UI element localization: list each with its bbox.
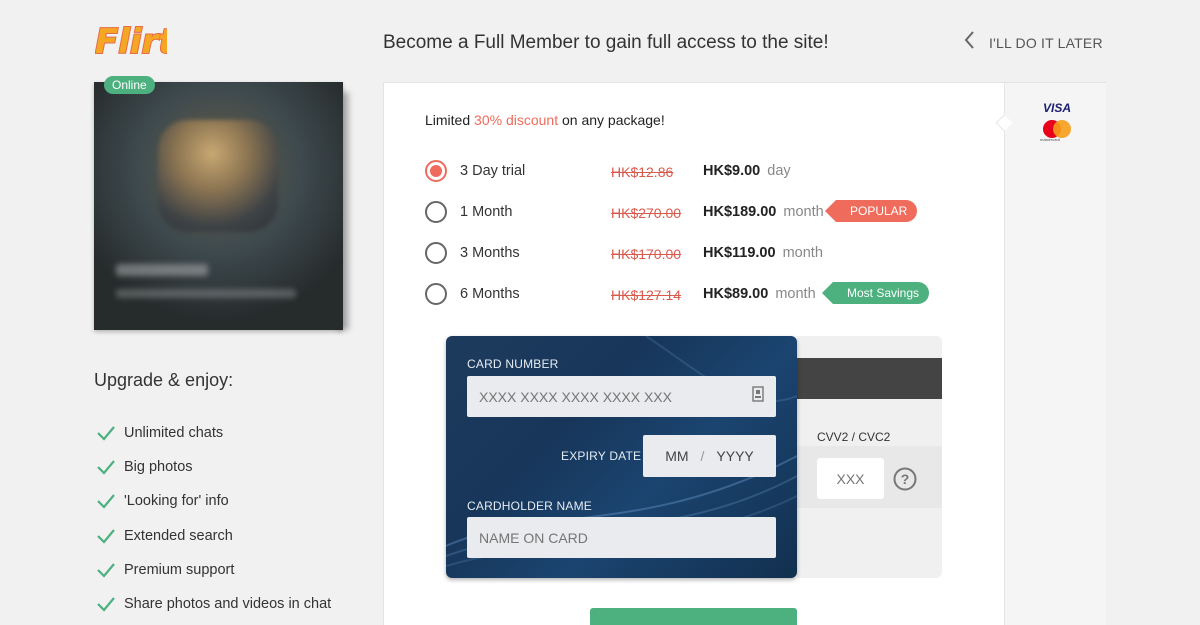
plan-price: HK$9.00 day [703,163,791,179]
svg-text:?: ? [901,471,910,487]
cardholder-name-label: CARDHOLDER NAME [467,499,593,513]
mastercard-label: mastercard [1040,137,1061,142]
expiry-date-label: EXPIRY DATE [561,449,642,463]
card-number-label: CARD NUMBER [467,357,559,371]
visa-logo: VISA [1043,101,1072,115]
flirt-logo[interactable]: Flirt [94,20,177,67]
benefit-label: Extended search [124,527,233,544]
plan-price-value: HK$119.00 [703,245,776,261]
benefit-item: Share photos and videos in chat [96,587,331,621]
plan-name: 3 Day trial [460,163,526,179]
logo-wordmark: Flirt [95,22,167,62]
chevron-left-icon [963,30,975,55]
plan-old-price: HK$170.00 [611,246,682,262]
plan-radio[interactable] [425,283,447,305]
benefit-label: 'Looking for' info [124,493,229,510]
benefit-label: Share photos and videos in chat [124,596,332,613]
benefit-label: Big photos [124,459,193,476]
plan-price: HK$89.00 month [703,286,816,302]
plan-price-value: HK$9.00 [703,163,761,179]
magnetic-strip [797,358,942,399]
expiry-month-input[interactable]: MM [665,448,688,464]
check-icon [96,562,124,578]
page-title: Become a Full Member to gain full access… [383,32,829,53]
benefits-title: Upgrade & enjoy: [94,370,234,390]
expiry-year-input[interactable]: YYYY [716,448,753,464]
plan-radio[interactable] [425,242,447,264]
plan-price-value: HK$189.00 [703,204,777,220]
card-icon [752,386,764,407]
benefit-item: Premium support [96,553,331,587]
card-number-input[interactable] [467,376,776,417]
discount-prefix: Limited [425,112,475,128]
profile-location-blurred [116,289,296,298]
plan-option-3-months[interactable]: 3 Months HK$170.00 HK$119.00 month [425,239,945,267]
discount-banner: Limited 30% discount on any package! [425,112,665,128]
discount-highlight: 30% discount [474,112,559,128]
plan-option-6-months[interactable]: 6 Months HK$127.14 HK$89.00 month Most S… [425,280,945,308]
profile-card[interactable] [94,82,343,330]
benefit-item: Big photos [96,450,331,484]
plan-name: 3 Months [460,245,520,261]
plan-option-3-day-trial[interactable]: 3 Day trial HK$12.86 HK$9.00 day [425,157,945,185]
plan-unit: month [783,204,824,220]
check-icon [96,459,124,475]
profile-photo [158,120,278,232]
do-it-later-link[interactable]: I'LL DO IT LATER [963,30,1103,55]
benefits-list: Unlimited chats Big photos 'Looking for'… [96,416,331,621]
plan-old-price: HK$12.86 [611,164,674,180]
plan-option-1-month[interactable]: 1 Month HK$270.00 HK$189.00 month POPULA… [425,198,945,226]
check-icon [96,596,124,612]
plan-name: 1 Month [460,204,513,220]
discount-suffix: on any package! [558,112,665,128]
card-front: CARD NUMBER EXPIRY DATE MM / YYYY CARDHO… [446,336,797,578]
cardholder-name-input[interactable] [467,517,776,558]
check-icon [96,528,124,544]
pay-button[interactable] [590,608,797,625]
expiry-separator: / [700,448,705,464]
benefit-item: Extended search [96,519,331,553]
plan-unit: day [767,163,791,179]
benefit-label: Unlimited chats [124,425,224,442]
do-it-later-label: I'LL DO IT LATER [989,34,1103,51]
plan-old-price: HK$270.00 [611,205,682,221]
benefit-item: 'Looking for' info [96,484,331,518]
question-circle-icon[interactable]: ? [893,467,917,496]
plan-price: HK$119.00 month [703,245,823,261]
cvv-input[interactable] [817,458,884,499]
online-badge: Online [104,76,155,94]
payment-brands-column [1004,83,1106,625]
plan-price: HK$189.00 month [703,204,824,220]
profile-name-blurred [116,264,208,276]
plan-price-value: HK$89.00 [703,286,769,302]
plan-unit: month [782,245,823,261]
benefit-item: Unlimited chats [96,416,331,450]
payment-panel: VISA mastercard Limited 30% discount on … [383,82,1106,625]
cvv-label: CVV2 / CVC2 [817,430,891,444]
popular-tag: POPULAR [824,200,918,222]
benefit-label: Premium support [124,561,235,578]
plan-radio[interactable] [425,201,447,223]
plan-radio[interactable] [425,160,447,182]
card-back: CVV2 / CVC2 ? [797,336,942,578]
plan-name: 6 Months [460,286,520,302]
check-icon [96,425,124,441]
most-savings-tag: Most Savings [821,282,930,304]
check-icon [96,493,124,510]
plan-old-price: HK$127.14 [611,287,682,303]
expiry-date-field[interactable]: MM / YYYY [643,435,776,477]
plan-unit: month [775,286,816,302]
